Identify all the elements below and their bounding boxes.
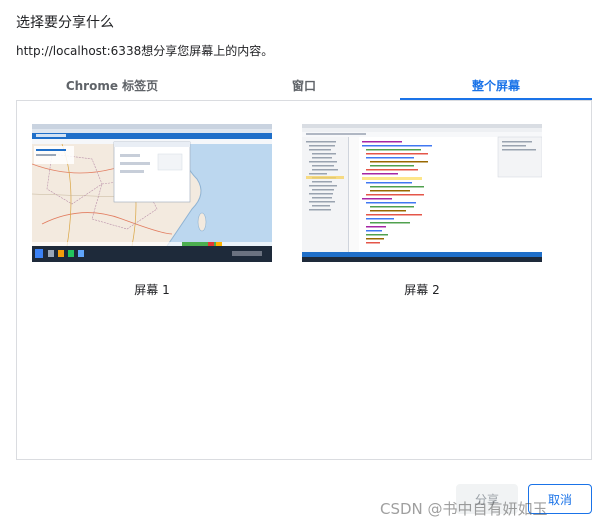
screen-2-thumbnail[interactable]	[302, 124, 542, 262]
dialog-subtitle: http://localhost:6338想分享您屏幕上的内容。	[16, 44, 274, 58]
screen-1-thumbnail[interactable]	[32, 124, 272, 262]
tab-chrome-tabs[interactable]: Chrome 标签页	[16, 72, 208, 100]
dialog-title: 选择要分享什么	[16, 15, 114, 31]
tab-entire-screen[interactable]: 整个屏幕	[400, 72, 592, 100]
code-editor-preview	[302, 124, 542, 262]
screen-2-label: 屏幕 2	[404, 283, 440, 297]
map-desktop-preview	[32, 124, 272, 262]
tab-window[interactable]: 窗口	[208, 72, 400, 100]
share-button[interactable]: 分享	[456, 484, 518, 514]
screen-share-dialog: 选择要分享什么 http://localhost:6338想分享您屏幕上的内容。…	[0, 0, 603, 530]
tab-bar: Chrome 标签页 窗口 整个屏幕	[16, 72, 592, 100]
screen-1-label: 屏幕 1	[134, 283, 170, 297]
screen-list-panel: 屏幕 1 屏幕 2	[16, 100, 592, 460]
cancel-button[interactable]: 取消	[528, 484, 592, 514]
